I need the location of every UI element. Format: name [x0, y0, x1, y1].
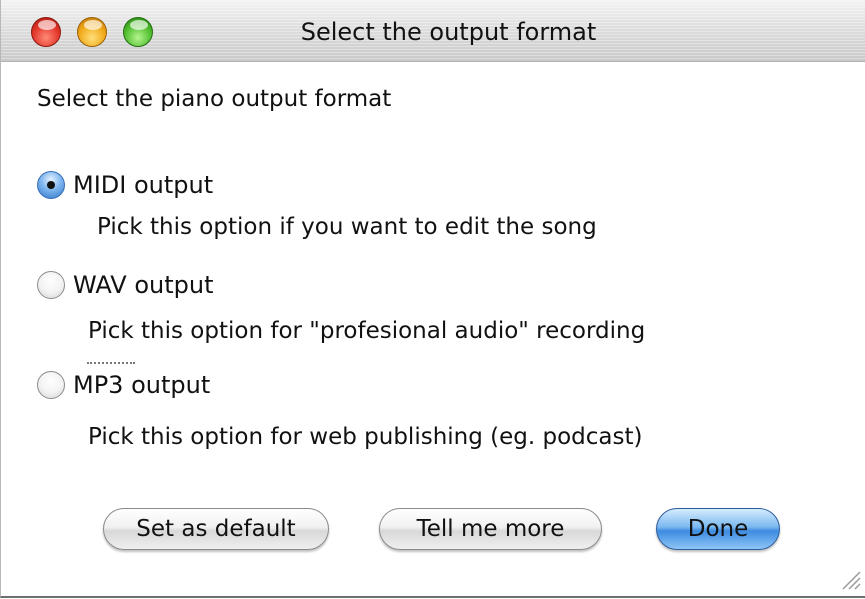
dialog-window: Select the output format Select the pian… — [0, 0, 865, 598]
option-label-wav[interactable]: WAV output — [73, 271, 214, 299]
option-description-mp3: Pick this option for web publishing (eg.… — [88, 424, 643, 450]
done-button[interactable]: Done — [656, 508, 780, 550]
title-bar[interactable]: Select the output format — [1, 0, 865, 62]
option-label-midi[interactable]: MIDI output — [73, 171, 213, 199]
option-description-wav: Pick this option for "profesional audio"… — [88, 318, 646, 344]
radio-dot-icon — [47, 181, 55, 189]
radio-button-checked[interactable] — [37, 171, 65, 199]
set-as-default-button[interactable]: Set as default — [103, 508, 329, 550]
window-title: Select the output format — [300, 18, 597, 46]
radio-button-unchecked[interactable] — [37, 271, 65, 299]
prompt-text: Select the piano output format — [37, 86, 392, 112]
option-description-midi: Pick this option if you want to edit the… — [97, 214, 597, 240]
option-label-mp3[interactable]: MP3 output — [73, 371, 210, 399]
dotted-underline-decoration — [87, 362, 135, 366]
radio-option-midi[interactable]: MIDI output — [37, 168, 213, 202]
resize-grip-icon[interactable] — [839, 568, 861, 590]
radio-option-wav[interactable]: WAV output — [37, 268, 214, 302]
radio-button-unchecked[interactable] — [37, 371, 65, 399]
radio-option-mp3[interactable]: MP3 output — [37, 368, 210, 402]
tell-me-more-button[interactable]: Tell me more — [379, 508, 602, 550]
